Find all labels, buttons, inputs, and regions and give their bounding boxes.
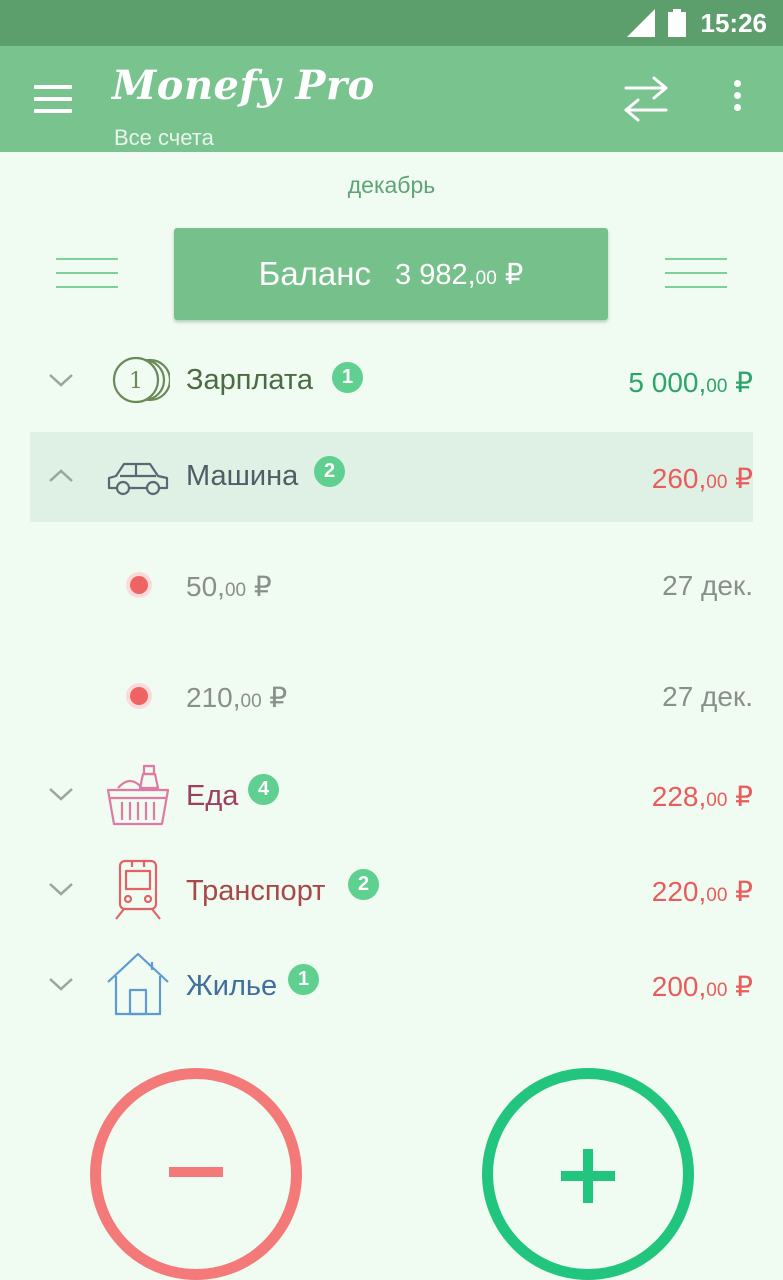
category-row-housing[interactable]: Жилье 1 200,00 ₽ [30, 940, 753, 1030]
count-badge: 1 [332, 362, 363, 393]
transaction-date: 27 дек. [662, 681, 753, 712]
category-amount: 220,00 ₽ [651, 876, 753, 907]
plus-icon [561, 1149, 615, 1203]
category-amount: 228,00 ₽ [651, 781, 753, 812]
add-income-button[interactable] [482, 1068, 694, 1280]
chevron-up-icon[interactable] [48, 468, 74, 484]
transaction-row[interactable]: 210,00 ₽ 27 дек. [30, 651, 753, 731]
add-expense-button[interactable] [90, 1068, 302, 1280]
transaction-row[interactable]: 50,00 ₽ 27 дек. [30, 540, 753, 620]
count-badge: 2 [314, 456, 345, 487]
category-row-salary[interactable]: 1 Зарплата 1 5 000,00 ₽ [30, 336, 753, 426]
train-icon [115, 859, 161, 920]
category-amount: 260,00 ₽ [651, 463, 753, 494]
count-badge: 4 [248, 774, 279, 805]
category-name: Еда [186, 780, 239, 812]
balance-value: 3 982,00 ₽ [395, 258, 524, 291]
count-badge: 1 [288, 964, 319, 995]
balance-button[interactable]: Баланс 3 982,00 ₽ [174, 228, 608, 320]
app-title: Monefy Pro [112, 62, 375, 109]
transaction-amount: 210,00 ₽ [186, 682, 288, 713]
status-time: 15:26 [700, 8, 768, 38]
chevron-down-icon[interactable] [48, 881, 74, 897]
house-icon [107, 952, 169, 1016]
category-name: Машина [186, 460, 299, 492]
status-bar: 15:26 [0, 0, 783, 46]
count-badge: 2 [348, 869, 379, 900]
minus-icon [169, 1167, 223, 1177]
category-name: Зарплата [186, 364, 313, 396]
transaction-amount: 50,00 ₽ [186, 571, 272, 602]
expense-dot-icon [130, 687, 148, 705]
chevron-down-icon[interactable] [48, 976, 74, 992]
category-amount: 200,00 ₽ [651, 971, 753, 1002]
menu-icon[interactable] [34, 85, 72, 113]
category-row-car[interactable]: Машина 2 260,00 ₽ [30, 432, 753, 522]
transfer-icon[interactable] [622, 74, 670, 124]
car-icon [107, 462, 169, 496]
category-name: Жилье [186, 970, 278, 1002]
chevron-down-icon[interactable] [48, 372, 74, 388]
app-bar: Monefy Pro Все счета [0, 46, 783, 152]
expense-dot-icon [130, 576, 148, 594]
category-row-transport[interactable]: Транспорт 2 220,00 ₽ [30, 845, 753, 935]
food-basket-icon [106, 764, 170, 826]
signal-icon [627, 9, 655, 37]
transaction-date: 27 дек. [662, 570, 753, 601]
period-label[interactable]: декабрь [0, 172, 783, 199]
chevron-down-icon[interactable] [48, 786, 74, 802]
category-name: Транспорт [186, 875, 326, 907]
left-lines-icon[interactable] [56, 258, 118, 290]
balance-label: Баланс [258, 255, 372, 292]
account-selector[interactable]: Все счета [114, 125, 214, 151]
svg-text:1: 1 [129, 369, 143, 394]
category-row-food[interactable]: Еда 4 228,00 ₽ [30, 750, 753, 840]
more-options-icon[interactable] [726, 80, 748, 120]
battery-icon [668, 9, 686, 37]
coins-icon: 1 [112, 356, 170, 404]
category-amount: 5 000,00 ₽ [628, 367, 753, 398]
right-lines-icon[interactable] [665, 258, 727, 290]
